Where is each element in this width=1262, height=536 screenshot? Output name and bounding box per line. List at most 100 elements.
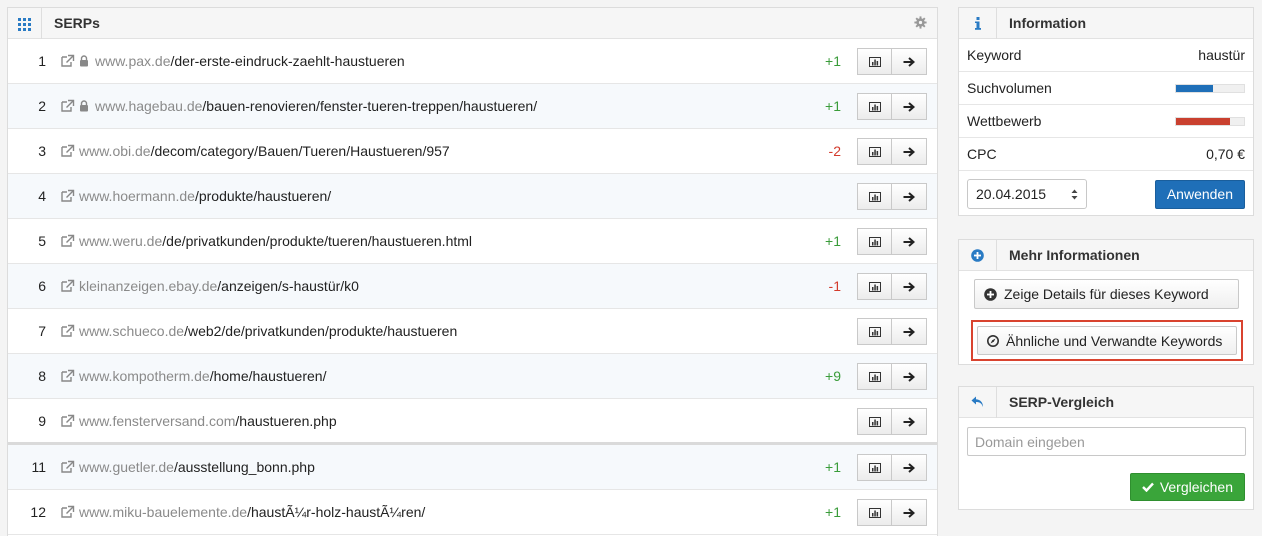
result-url[interactable]: www.kompotherm.de/home/haustueren/	[79, 368, 326, 384]
serps-title: SERPs	[54, 15, 100, 31]
chart-button[interactable]	[857, 93, 892, 120]
related-keywords-label: Ähnliche und Verwandte Keywords	[1006, 332, 1223, 349]
result-url[interactable]: www.hagebau.de/bauen-renovieren/fenster-…	[95, 98, 537, 114]
serp-row: 4 www.hoermann.de/produkte/haustueren/	[8, 174, 937, 219]
date-value: 20.04.2015	[976, 186, 1047, 202]
rank-change: +1	[825, 459, 841, 475]
serp-compare-title: SERP-Vergleich	[1009, 394, 1115, 410]
go-button[interactable]	[892, 499, 927, 526]
information-header: Information	[959, 7, 1253, 39]
related-keywords-button[interactable]: Ähnliche und Verwandte Keywords	[977, 326, 1237, 355]
go-button[interactable]	[892, 183, 927, 210]
competition-row: Wettbewerb	[959, 105, 1253, 138]
serp-row: 11 www.guetler.de/ausstellung_bonn.php +1	[8, 445, 937, 490]
chart-button[interactable]	[857, 363, 892, 390]
info-icon	[959, 7, 997, 39]
external-link-icon[interactable]	[60, 279, 76, 293]
arrow-right-icon	[903, 56, 915, 67]
result-url[interactable]: kleinanzeigen.ebay.de/anzeigen/s-haustür…	[79, 278, 359, 294]
bar-chart-icon	[868, 507, 881, 518]
bar-chart-icon	[868, 146, 881, 157]
domain-input[interactable]: Domain eingeben	[967, 427, 1246, 456]
result-url[interactable]: www.fensterversand.com/haustueren.php	[79, 413, 337, 429]
go-button[interactable]	[892, 93, 927, 120]
external-link-icon[interactable]	[60, 189, 76, 203]
go-button[interactable]	[892, 318, 927, 345]
chart-button[interactable]	[857, 499, 892, 526]
external-link-icon[interactable]	[60, 460, 76, 474]
chart-button[interactable]	[857, 408, 892, 435]
arrow-right-icon	[903, 416, 915, 427]
plus-circle-icon	[984, 287, 997, 301]
external-link-icon[interactable]	[60, 369, 76, 383]
rank-number: 1	[38, 53, 46, 69]
chart-button[interactable]	[857, 48, 892, 75]
keyword-details-button[interactable]: Zeige Details für dieses Keyword	[974, 279, 1239, 309]
rank-number: 4	[38, 188, 46, 204]
rank-number: 12	[30, 504, 46, 520]
arrow-right-icon	[903, 101, 915, 112]
gear-icon[interactable]	[914, 16, 927, 29]
serp-row: 1 www.pax.de/der-erste-eindruck-zaehlt-ha…	[8, 39, 937, 84]
external-link-icon[interactable]	[60, 99, 76, 113]
external-link-icon[interactable]	[60, 54, 76, 68]
result-url[interactable]: www.pax.de/der-erste-eindruck-zaehlt-hau…	[95, 53, 405, 69]
go-button[interactable]	[892, 454, 927, 481]
bar-chart-icon	[868, 326, 881, 337]
result-path: /bauen-renovieren/fenster-tueren-treppen…	[202, 98, 538, 114]
go-button[interactable]	[892, 408, 927, 435]
result-url[interactable]: www.weru.de/de/privatkunden/produkte/tue…	[79, 233, 472, 249]
chart-button[interactable]	[857, 318, 892, 345]
rank-change: +9	[825, 368, 841, 384]
information-panel: Information Keyword haustür Suchvolumen …	[958, 7, 1254, 216]
result-url[interactable]: www.miku-bauelemente.de/haustÃ¼r-holz-ha…	[79, 504, 425, 520]
search-volume-label: Suchvolumen	[967, 80, 1052, 96]
result-url[interactable]: www.hoermann.de/produkte/haustueren/	[79, 188, 331, 204]
chart-button[interactable]	[857, 273, 892, 300]
result-url[interactable]: www.schueco.de/web2/de/privatkunden/prod…	[79, 323, 457, 339]
plus-circle-icon	[959, 239, 997, 271]
go-button[interactable]	[892, 228, 927, 255]
compare-label: Vergleichen	[1159, 479, 1233, 495]
chart-button[interactable]	[857, 228, 892, 255]
row-actions	[857, 183, 927, 210]
go-button[interactable]	[892, 138, 927, 165]
chart-button[interactable]	[857, 454, 892, 481]
lock-icon	[80, 100, 88, 112]
external-link-icon[interactable]	[60, 234, 76, 248]
external-link-icon[interactable]	[60, 505, 76, 519]
result-domain: www.weru.de	[79, 233, 163, 249]
bar-chart-icon	[868, 101, 881, 112]
go-button[interactable]	[892, 363, 927, 390]
result-domain: www.miku-bauelemente.de	[79, 504, 248, 520]
external-link-icon[interactable]	[60, 324, 76, 338]
compass-icon	[987, 334, 999, 347]
more-info-title: Mehr Informationen	[1009, 247, 1140, 263]
result-domain: www.hagebau.de	[95, 98, 203, 114]
rank-number: 8	[38, 368, 46, 384]
external-link-icon[interactable]	[60, 414, 76, 428]
chart-button[interactable]	[857, 138, 892, 165]
search-volume-row: Suchvolumen	[959, 72, 1253, 105]
compare-button[interactable]: Vergleichen	[1129, 473, 1245, 501]
chart-button[interactable]	[857, 183, 892, 210]
external-link-icon[interactable]	[60, 144, 76, 158]
result-path: /decom/category/Bauen/Tueren/Haustueren/…	[150, 143, 450, 159]
keyword-details-label: Zeige Details für dieses Keyword	[1004, 286, 1209, 302]
go-button[interactable]	[892, 48, 927, 75]
result-path: /home/haustueren/	[209, 368, 327, 384]
rank-number: 11	[31, 459, 46, 475]
arrow-right-icon	[903, 326, 915, 337]
go-button[interactable]	[892, 273, 927, 300]
apply-button[interactable]: Anwenden	[1154, 179, 1245, 209]
date-row: 20.04.2015 Anwenden	[959, 171, 1253, 217]
result-url[interactable]: www.guetler.de/ausstellung_bonn.php	[79, 459, 315, 475]
arrow-right-icon	[903, 507, 915, 518]
date-select[interactable]: 20.04.2015	[967, 179, 1087, 209]
rank-number: 2	[38, 98, 46, 114]
arrow-right-icon	[903, 236, 915, 247]
row-actions	[857, 454, 927, 481]
rank-change: +1	[825, 53, 841, 69]
result-url[interactable]: www.obi.de/decom/category/Bauen/Tueren/H…	[79, 143, 450, 159]
serp-row: 7 www.schueco.de/web2/de/privatkunden/pro…	[8, 309, 937, 354]
